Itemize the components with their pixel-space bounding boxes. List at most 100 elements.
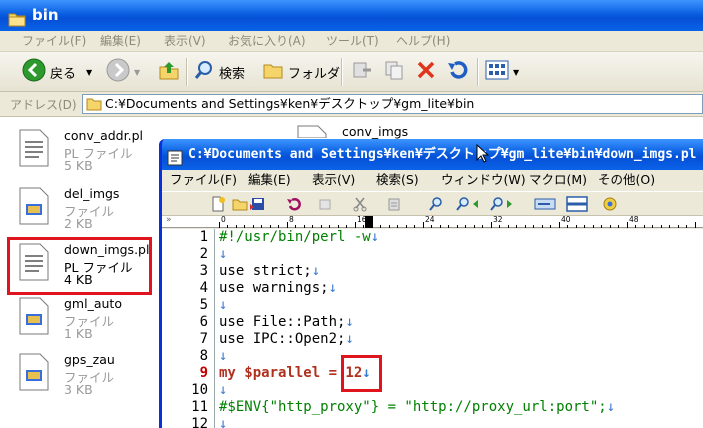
generic-file-icon bbox=[18, 352, 50, 392]
file-size: 1 KB bbox=[64, 326, 93, 341]
dropdown-arrow-icon: ▼ bbox=[513, 67, 520, 77]
file-item[interactable]: conv_addr.pl PL ファイル 5 KB bbox=[18, 128, 158, 184]
code-line: #$ENV{"http_proxy"} = "http://proxy_url:… bbox=[219, 399, 616, 415]
ruler-label: 40 bbox=[561, 215, 571, 224]
search-button[interactable]: 検索 bbox=[193, 60, 245, 84]
up-folder-icon bbox=[158, 59, 180, 85]
ruler-label: 16 bbox=[357, 215, 367, 224]
menu-window[interactable]: ウィンドウ(W) bbox=[441, 170, 526, 190]
find-previous-icon[interactable] bbox=[456, 196, 480, 212]
line-number-current: 9 bbox=[199, 365, 208, 381]
address-input[interactable]: C:¥Documents and Settings¥ken¥デスクトップ¥gm_… bbox=[82, 94, 703, 114]
line-number: 5 bbox=[199, 297, 208, 313]
menu-view[interactable]: 表示(V) bbox=[164, 31, 206, 51]
line-number: 4 bbox=[199, 280, 208, 296]
code-line: use IPC::Open2;↓ bbox=[219, 331, 354, 347]
ruler-label: 32 bbox=[493, 215, 503, 224]
undo-icon[interactable] bbox=[286, 196, 303, 212]
line-number: 7 bbox=[199, 331, 208, 347]
cut-icon[interactable] bbox=[352, 196, 369, 212]
line-number: 1 bbox=[199, 229, 208, 245]
editor-title: C:¥Documents and Settings¥ken¥デスクトップ¥gm_… bbox=[188, 147, 697, 162]
menu-file[interactable]: ファイル(F) bbox=[22, 31, 86, 51]
search-label: 検索 bbox=[219, 66, 246, 82]
file-item[interactable]: conv_imgs bbox=[296, 124, 416, 140]
undo-button[interactable] bbox=[446, 60, 468, 84]
copy-to-button[interactable] bbox=[383, 60, 405, 84]
menu-view[interactable]: 表示(V) bbox=[312, 170, 355, 190]
code-line: use strict;↓ bbox=[219, 263, 321, 279]
explorer-toolbar: 戻る ▼ ▼ 検索 フォルダ ▼ bbox=[0, 52, 703, 92]
menu-macro[interactable]: マクロ(M) bbox=[529, 170, 587, 190]
ruler-marker: » bbox=[166, 215, 172, 225]
views-grid-icon bbox=[485, 60, 509, 84]
editor-toolbar bbox=[162, 191, 703, 216]
code-line: ↓ bbox=[219, 297, 228, 313]
find-next-icon[interactable] bbox=[490, 196, 514, 212]
file-item[interactable]: del_imgs ファイル 2 KB bbox=[18, 186, 158, 242]
split-window-icon[interactable] bbox=[566, 196, 588, 212]
line-number: 10 bbox=[191, 382, 208, 398]
explorer-menubar: ファイル(F) 編集(E) 表示(V) お気に入り(A) ツール(T) ヘルプ(… bbox=[0, 31, 703, 52]
menu-other[interactable]: その他(O) bbox=[598, 170, 655, 190]
copy-icon[interactable] bbox=[318, 196, 335, 212]
menu-tools[interactable]: ツール(T) bbox=[326, 31, 379, 51]
editor-title-bar[interactable]: C:¥Documents and Settings¥ken¥デスクトップ¥gm_… bbox=[159, 139, 703, 170]
address-bar: アドレス(D) C:¥Documents and Settings¥ken¥デス… bbox=[0, 92, 703, 117]
code-line: ↓ bbox=[219, 348, 228, 364]
menu-file[interactable]: ファイル(F) bbox=[170, 170, 237, 190]
paste-icon[interactable] bbox=[386, 196, 403, 212]
find-icon[interactable] bbox=[428, 196, 445, 212]
generic-file-icon bbox=[18, 186, 50, 226]
menu-edit[interactable]: 編集(E) bbox=[248, 170, 291, 190]
editor-menubar: ファイル(F) 編集(E) 表示(V) 検索(S) ウィンドウ(W) マクロ(M… bbox=[162, 170, 703, 191]
line-number: 8 bbox=[199, 348, 208, 364]
mouse-cursor-icon bbox=[476, 144, 490, 163]
highlight-box bbox=[7, 237, 152, 295]
highlight-box bbox=[341, 355, 382, 392]
line-number: 6 bbox=[199, 314, 208, 330]
settings-icon[interactable] bbox=[602, 196, 619, 212]
move-to-button[interactable] bbox=[351, 60, 373, 84]
explorer-title: bin bbox=[32, 6, 59, 24]
save-file-icon[interactable] bbox=[250, 196, 267, 212]
generic-file-icon bbox=[18, 296, 50, 336]
delete-button[interactable] bbox=[415, 60, 437, 84]
file-name: gps_zau bbox=[64, 352, 115, 367]
delete-x-icon bbox=[415, 59, 437, 85]
file-item[interactable]: gps_zau ファイル 3 KB bbox=[18, 352, 158, 408]
open-file-icon[interactable] bbox=[232, 196, 249, 212]
dropdown-arrow-icon[interactable]: ▼ bbox=[134, 68, 140, 77]
menu-edit[interactable]: 編集(E) bbox=[100, 31, 141, 51]
folder-icon bbox=[86, 97, 102, 116]
code-editor[interactable]: 1 2 3 4 5 6 7 8 9 10 11 12 #!/usr/bin/pe… bbox=[162, 229, 703, 428]
file-name: conv_addr.pl bbox=[64, 128, 143, 143]
up-folder-button[interactable] bbox=[158, 60, 180, 84]
address-text: C:¥Documents and Settings¥ken¥デスクトップ¥gm_… bbox=[105, 96, 475, 111]
menu-help[interactable]: ヘルプ(H) bbox=[396, 31, 450, 51]
editor-app-icon bbox=[167, 147, 183, 170]
back-button[interactable]: 戻る ▼ bbox=[22, 58, 92, 84]
ruler-label: 48 bbox=[629, 215, 639, 224]
search-icon bbox=[193, 59, 215, 85]
jump-icon[interactable] bbox=[534, 196, 556, 212]
dropdown-arrow-icon[interactable]: ▼ bbox=[86, 68, 92, 77]
ruler-label: 0 bbox=[221, 215, 226, 224]
file-item[interactable]: gml_auto ファイル 1 KB bbox=[18, 296, 158, 352]
address-label: アドレス(D) bbox=[10, 98, 77, 112]
folders-button[interactable]: フォルダ bbox=[262, 60, 340, 84]
menu-search[interactable]: 検索(S) bbox=[376, 170, 419, 190]
line-number: 3 bbox=[199, 263, 208, 279]
new-file-icon[interactable] bbox=[210, 196, 227, 212]
code-line: ↓ bbox=[219, 246, 228, 262]
views-button[interactable]: ▼ bbox=[485, 60, 519, 84]
file-name: del_imgs bbox=[64, 186, 120, 201]
menu-favorites[interactable]: お気に入り(A) bbox=[228, 31, 306, 51]
line-number: 11 bbox=[191, 399, 208, 415]
explorer-title-bar[interactable]: bin bbox=[0, 0, 703, 31]
forward-button[interactable]: ▼ bbox=[106, 58, 140, 84]
column-ruler: » 0 8 16 24 32 40 48 bbox=[162, 215, 703, 228]
line-number: 2 bbox=[199, 246, 208, 262]
file-size: 3 KB bbox=[64, 382, 93, 397]
ruler-label: 8 bbox=[289, 215, 294, 224]
